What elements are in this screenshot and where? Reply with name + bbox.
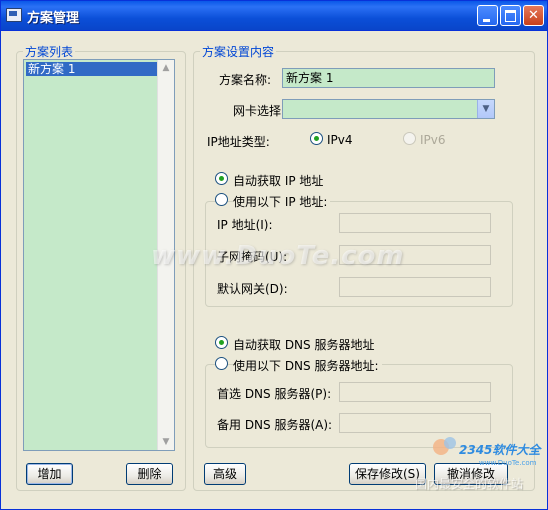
ip-type-label: IP地址类型: (207, 135, 270, 149)
watermark-slogan: 国内最安全的软件站 (415, 477, 524, 491)
settings-legend: 方案设置内容 (202, 45, 275, 59)
scheme-name-input[interactable]: 新方案 1 (282, 68, 495, 88)
dns-primary-label: 首选 DNS 服务器(P): (217, 387, 332, 401)
window-title: 方案管理 (27, 11, 80, 26)
nic-select[interactable]: ▼ (282, 99, 495, 119)
gateway-label: 默认网关(D): (217, 282, 288, 296)
manual-dns-radio[interactable] (215, 357, 228, 370)
auto-ip-label: 自动获取 IP 地址 (233, 174, 324, 188)
dns-primary-input[interactable] (339, 382, 491, 402)
dns-secondary-label: 备用 DNS 服务器(A): (217, 418, 333, 432)
close-button[interactable]: ✕ (523, 5, 544, 26)
ipv6-radio (403, 132, 416, 145)
ipv4-label: IPv4 (327, 133, 353, 147)
ip-address-input[interactable] (339, 213, 491, 233)
app-icon (6, 8, 22, 22)
dns-group (205, 364, 513, 448)
chevron-down-icon[interactable]: ▼ (477, 100, 494, 118)
maximize-button[interactable] (500, 5, 521, 26)
ip-field-label: IP 地址(I): (217, 218, 273, 232)
minimize-button[interactable] (477, 5, 498, 26)
nic-label: 网卡选择: (233, 104, 286, 118)
watermark-site: www.DuoTe.com (479, 459, 537, 467)
scheme-name-label: 方案名称: (219, 73, 272, 87)
delete-button[interactable]: 删除 (126, 463, 173, 485)
gateway-input[interactable] (339, 277, 491, 297)
watermark-2345: 2345软件大全 (459, 443, 541, 457)
manual-ip-radio[interactable] (215, 193, 228, 206)
main-window: 方案管理 ✕ 方案列表 新方案 1 ▲ ▼ 增加 删除 方案设置内容 方案名称:… (0, 0, 548, 510)
ipv4-radio[interactable] (310, 132, 323, 145)
scroll-up-icon[interactable]: ▲ (158, 60, 174, 76)
dns-secondary-input[interactable] (339, 413, 491, 433)
watermark-logo-icon (433, 437, 456, 455)
watermark-duote: www.DuoTe.com (151, 241, 405, 271)
scheme-list-legend: 方案列表 (25, 45, 74, 59)
advanced-button[interactable]: 高级 (204, 463, 246, 485)
title-bar[interactable]: 方案管理 ✕ (1, 1, 547, 31)
auto-dns-label: 自动获取 DNS 服务器地址 (233, 338, 375, 352)
auto-dns-radio[interactable] (215, 336, 228, 349)
list-item[interactable]: 新方案 1 (26, 62, 160, 76)
scroll-down-icon[interactable]: ▼ (158, 434, 174, 450)
manual-ip-label: 使用以下 IP 地址: (233, 193, 331, 210)
add-button[interactable]: 增加 (26, 463, 73, 485)
auto-ip-radio[interactable] (215, 172, 228, 185)
ipv6-label: IPv6 (420, 133, 446, 147)
manual-dns-label: 使用以下 DNS 服务器地址: (233, 357, 382, 374)
